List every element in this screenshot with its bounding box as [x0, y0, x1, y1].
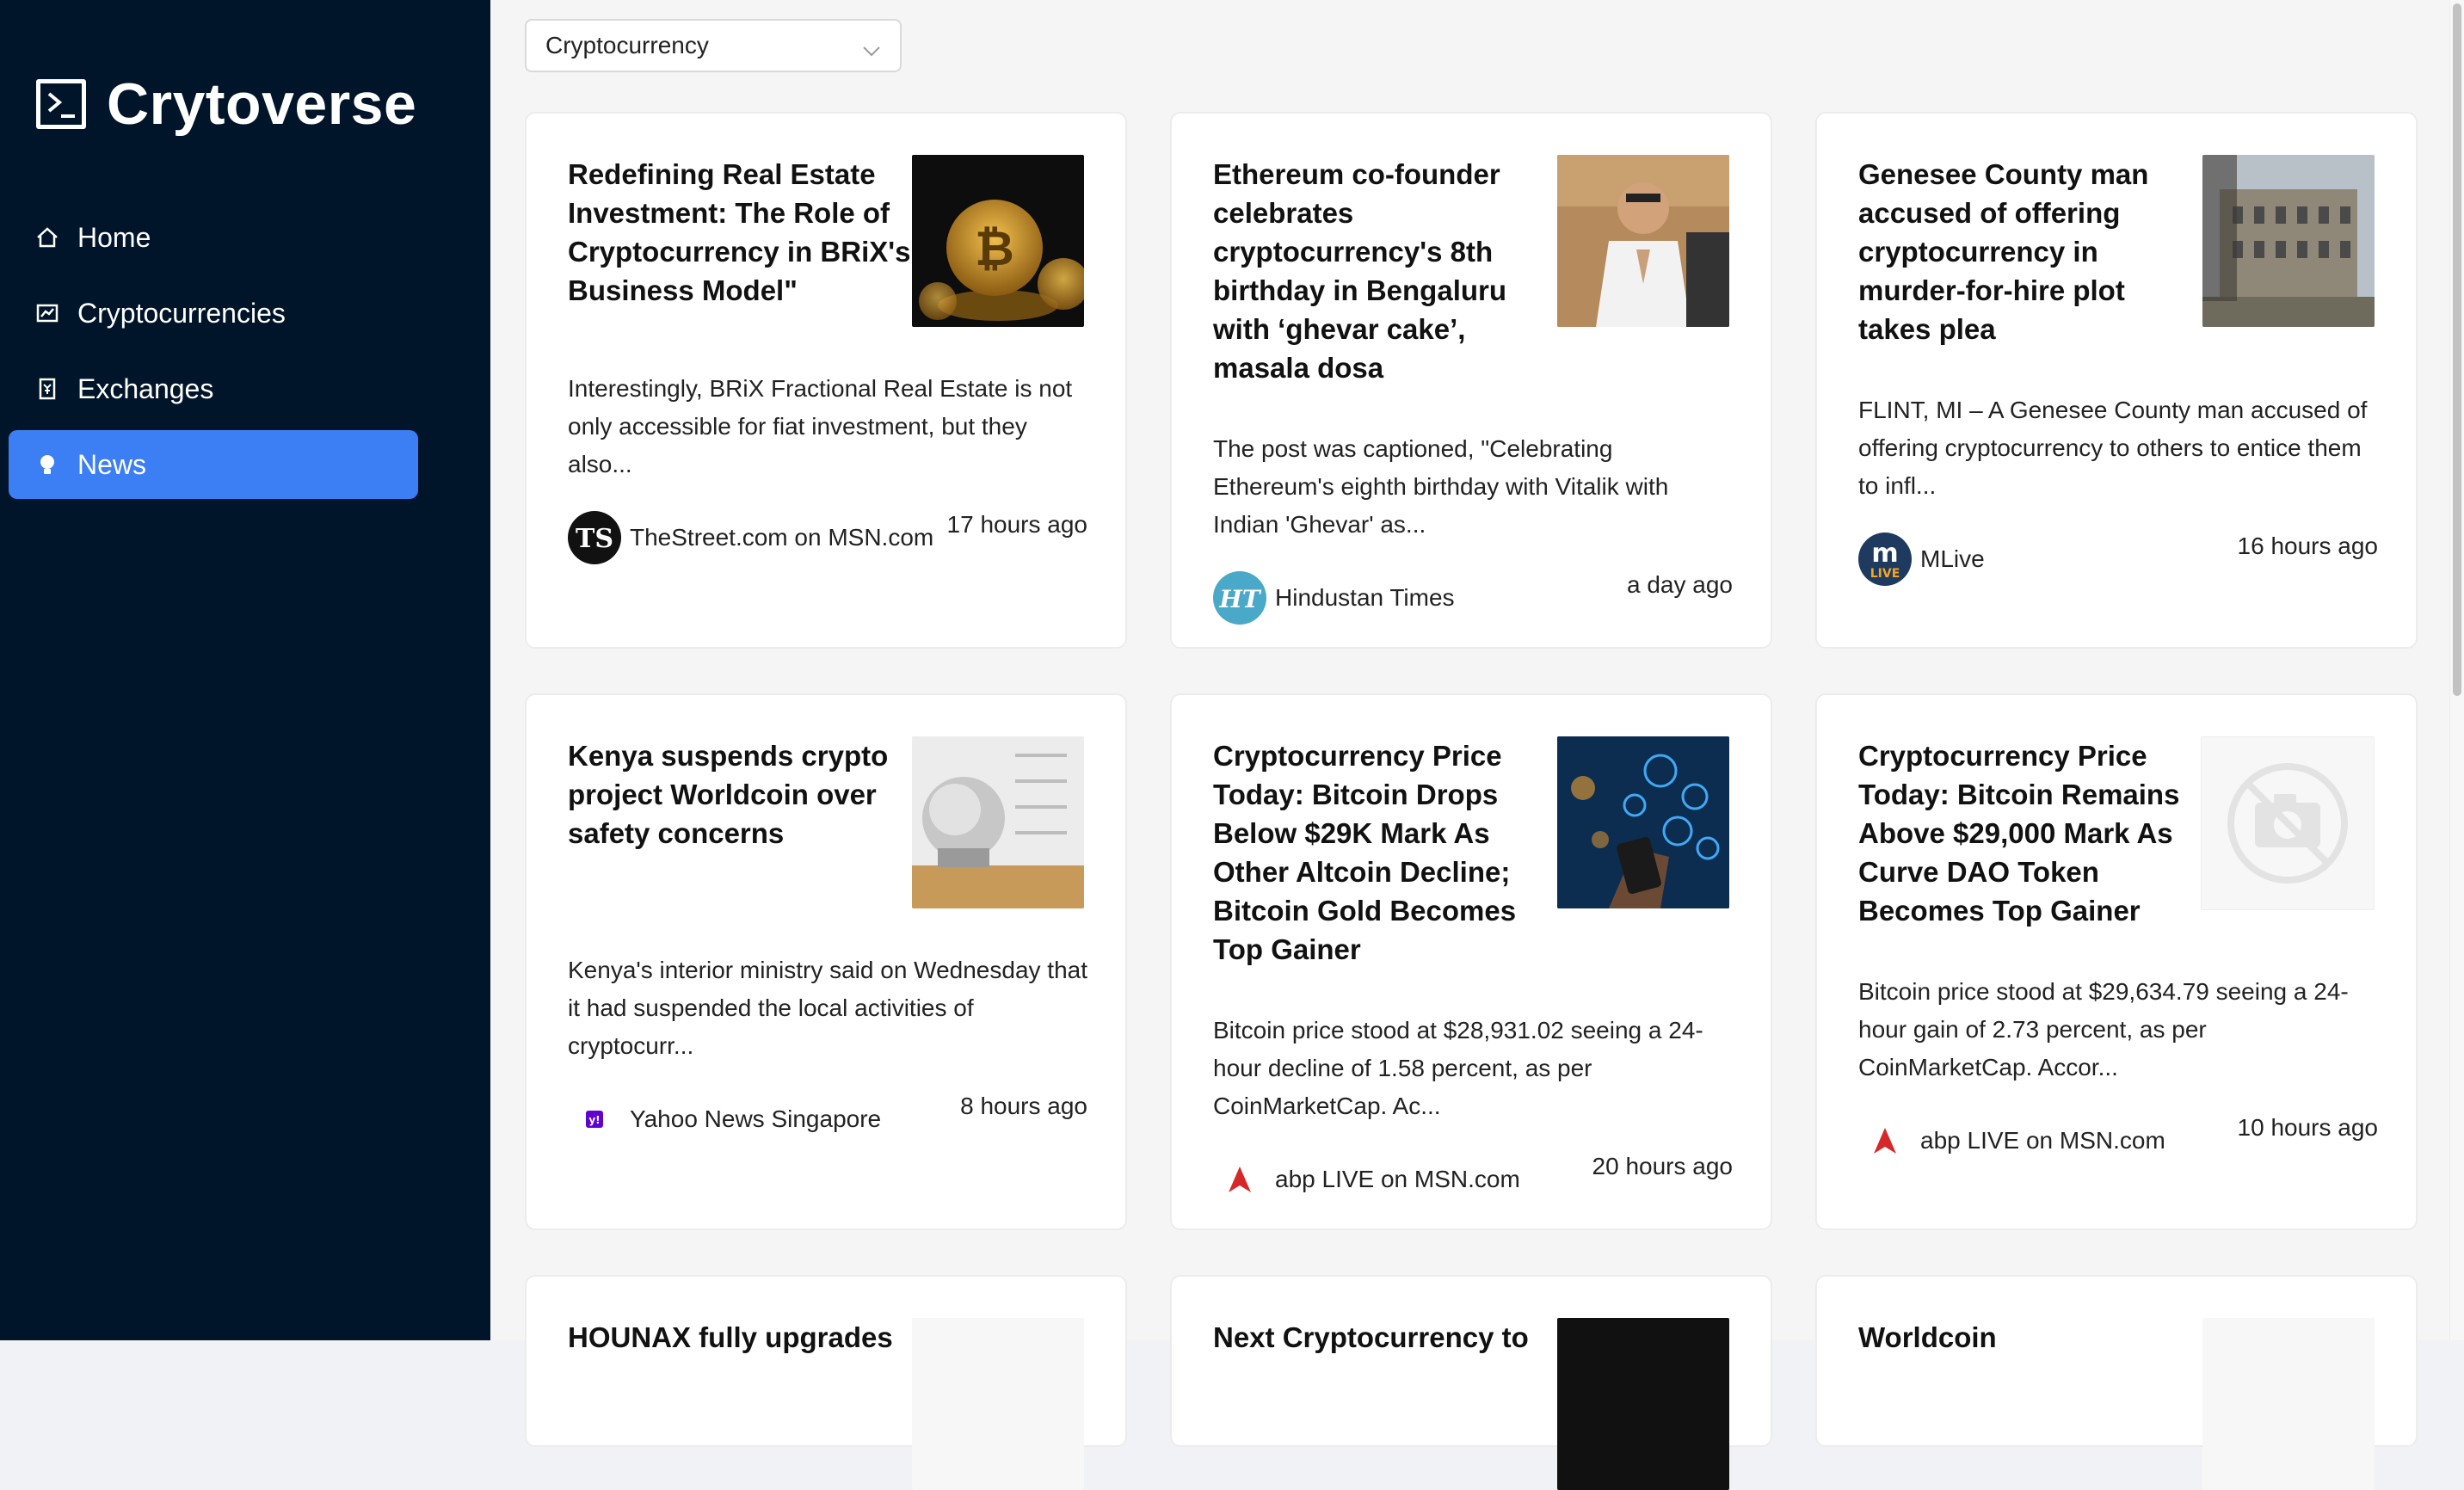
news-provider[interactable]: HT Hindustan Times: [1213, 571, 1455, 625]
sidebar-item-label: News: [77, 448, 147, 480]
news-grid: Redefining Real Estate Investment: The R…: [525, 112, 2418, 1490]
news-title: Kenya suspends crypto project Worldcoin …: [568, 740, 889, 849]
sidebar-item-news[interactable]: News: [9, 430, 418, 499]
news-card[interactable]: Cryptocurrency Price Today: Bitcoin Drop…: [1170, 693, 1772, 1230]
news-card[interactable]: Next Cryptocurrency to: [1170, 1275, 1772, 1490]
news-card[interactable]: HOUNAX fully upgrades: [525, 1275, 1127, 1490]
news-card[interactable]: Ethereum co-founder celebrates cryptocur…: [1170, 112, 1772, 649]
news-provider[interactable]: abp LIVE on MSN.com: [1858, 1114, 2165, 1167]
sidebar-item-label: Cryptocurrencies: [77, 297, 286, 329]
abp-logo-icon: [1213, 1153, 1266, 1206]
bitcoin-coins-image: ₿: [912, 155, 1084, 327]
news-description: The post was captioned, "Celebrating Eth…: [1213, 435, 1669, 538]
chevron-down-icon: [862, 36, 881, 64]
courthouse-image: [2202, 155, 2375, 327]
news-card[interactable]: Worldcoin: [1815, 1275, 2418, 1490]
news-provider[interactable]: y! Yahoo News Singapore: [568, 1093, 881, 1146]
terminal-icon: [36, 79, 86, 129]
news-description: Kenya's interior ministry said on Wednes…: [568, 957, 1088, 1059]
news-title: Next Cryptocurrency to: [1213, 1321, 1529, 1353]
news-description: FLINT, MI – A Genesee County man accused…: [1858, 397, 2368, 499]
mlive-logo-icon: m LIVE: [1858, 533, 1912, 586]
sidebar-menu: Home Cryptocurrencies Exchanges News: [0, 203, 490, 506]
news-time: 16 hours ago: [2237, 533, 2378, 559]
abp-logo-icon: [1858, 1114, 1912, 1167]
news-title: Cryptocurrency Price Today: Bitcoin Rema…: [1858, 740, 2180, 927]
news-title: HOUNAX fully upgrades: [568, 1321, 893, 1353]
svg-text:TS: TS: [576, 524, 613, 554]
news-title: Redefining Real Estate Investment: The R…: [568, 158, 911, 306]
sidebar-item-home[interactable]: Home: [9, 203, 418, 272]
news-title: Cryptocurrency Price Today: Bitcoin Drop…: [1213, 740, 1517, 965]
sidebar-item-exchanges[interactable]: Exchanges: [9, 354, 418, 423]
news-provider[interactable]: m LIVE MLive: [1858, 533, 1985, 586]
svg-text:y!: y!: [588, 1114, 600, 1126]
news-title: Ethereum co-founder celebrates cryptocur…: [1213, 158, 1507, 384]
svg-text:₿: ₿: [975, 221, 1014, 277]
category-select-value: Cryptocurrency: [545, 32, 709, 58]
main-content: Cryptocurrency Redefining Real Estate In…: [490, 0, 2464, 1490]
provider-name: TheStreet.com on MSN.com: [630, 524, 934, 551]
news-time: a day ago: [1627, 571, 1733, 598]
crypto-phone-image: [1557, 736, 1729, 908]
svg-text:m: m: [1871, 539, 1898, 569]
sidebar: Crytoverse Home Cryptocurrencies Exchang…: [0, 0, 490, 1340]
svg-text:HT: HT: [1218, 585, 1261, 613]
news-time: 10 hours ago: [2237, 1114, 2378, 1141]
blank-image: [2202, 1318, 2375, 1490]
provider-name: abp LIVE on MSN.com: [1920, 1127, 2165, 1154]
app-title: Crytoverse: [107, 71, 417, 137]
home-icon: [34, 225, 60, 250]
yahoo-logo-icon: y!: [568, 1093, 621, 1146]
money-collect-icon: [34, 376, 60, 402]
news-time: 20 hours ago: [1592, 1153, 1733, 1179]
provider-name: MLive: [1920, 545, 1985, 572]
provider-name: Hindustan Times: [1275, 584, 1455, 611]
bulb-icon: [34, 452, 60, 477]
app-logo[interactable]: Crytoverse: [36, 71, 416, 138]
provider-name: Yahoo News Singapore: [630, 1105, 882, 1132]
news-title: Genesee County man accused of offering c…: [1858, 158, 2149, 345]
category-select[interactable]: Cryptocurrency: [525, 19, 902, 72]
news-card[interactable]: Genesee County man accused of offering c…: [1815, 112, 2418, 649]
news-description: Interestingly, BRiX Fractional Real Esta…: [568, 375, 1073, 477]
thestreet-logo-icon: TS: [568, 511, 621, 564]
blank-image: [912, 1318, 1084, 1490]
scrollbar[interactable]: [2449, 0, 2464, 1340]
hindustan-times-logo-icon: HT: [1213, 571, 1266, 625]
scrollbar-thumb[interactable]: [2453, 3, 2461, 696]
news-card[interactable]: Redefining Real Estate Investment: The R…: [525, 112, 1127, 649]
news-title: Worldcoin: [1858, 1321, 1997, 1353]
news-time: 8 hours ago: [960, 1093, 1087, 1119]
worldcoin-orb-image: [912, 736, 1084, 908]
provider-name: abp LIVE on MSN.com: [1275, 1166, 1520, 1192]
svg-text:LIVE: LIVE: [1870, 567, 1900, 581]
sidebar-item-cryptocurrencies[interactable]: Cryptocurrencies: [9, 279, 418, 348]
news-description: Bitcoin price stood at $28,931.02 seeing…: [1213, 1017, 1703, 1119]
news-provider[interactable]: abp LIVE on MSN.com: [1213, 1153, 1520, 1206]
vitalik-photo-image: [1557, 155, 1729, 327]
placeholder-camera-image: [2201, 736, 2375, 910]
news-card[interactable]: Cryptocurrency Price Today: Bitcoin Rema…: [1815, 693, 2418, 1230]
news-provider[interactable]: TS TheStreet.com on MSN.com: [568, 511, 933, 564]
sidebar-item-label: Home: [77, 221, 151, 253]
fund-icon: [34, 300, 60, 326]
sidebar-item-label: Exchanges: [77, 372, 214, 404]
news-time: 17 hours ago: [946, 511, 1087, 538]
dark-image: [1557, 1318, 1729, 1490]
news-description: Bitcoin price stood at $29,634.79 seeing…: [1858, 978, 2349, 1081]
news-card[interactable]: Kenya suspends crypto project Worldcoin …: [525, 693, 1127, 1230]
